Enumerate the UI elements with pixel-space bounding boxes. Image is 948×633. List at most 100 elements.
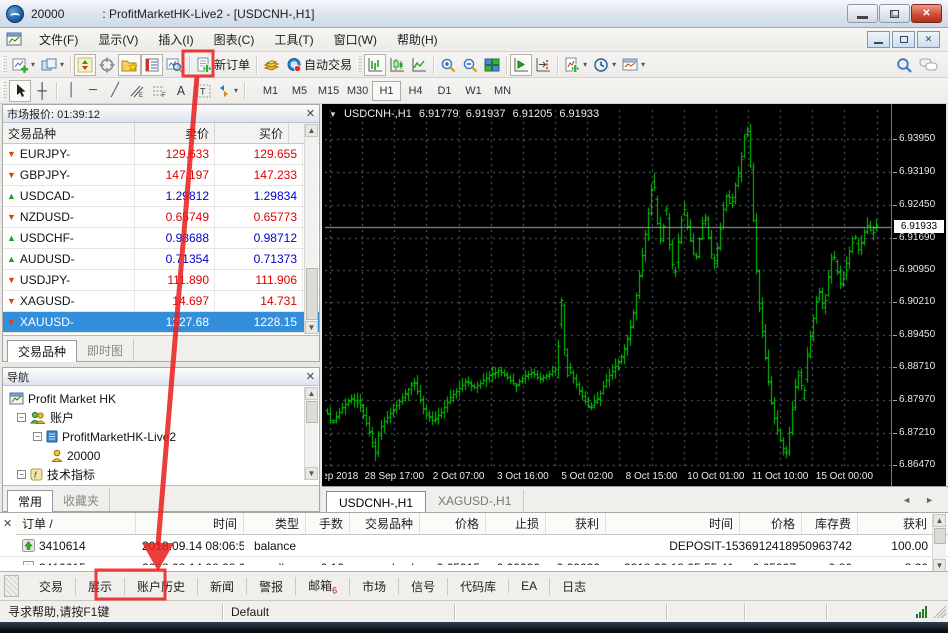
column-symbol[interactable]: 交易品种: [3, 123, 135, 143]
periods-button[interactable]: ▾: [590, 54, 619, 76]
cursor-button[interactable]: [9, 80, 31, 102]
tab-mailbox[interactable]: 邮箱6: [295, 577, 349, 595]
tile-windows-button[interactable]: [481, 54, 503, 76]
line-chart-style-button[interactable]: [408, 54, 430, 76]
collapse-icon[interactable]: −: [33, 432, 42, 441]
tree-item-indicators[interactable]: − f 技术指标: [3, 465, 319, 484]
market-row[interactable]: ▼EURJPY-129.633129.655: [3, 144, 319, 165]
tab-exposure[interactable]: 展示: [75, 578, 124, 595]
date-axis[interactable]: 27 Sep 201828 Sep 17:002 Oct 07:003 Oct …: [325, 469, 891, 486]
community-chat-button[interactable]: [916, 54, 942, 76]
column-bid[interactable]: 卖价: [135, 123, 215, 143]
metaeditor-button[interactable]: [260, 54, 283, 76]
chart-tab-xagusd[interactable]: XAGUSD-,H1: [426, 490, 524, 512]
restore-button[interactable]: [879, 4, 910, 23]
scroll-down-icon[interactable]: ▼: [305, 321, 318, 334]
market-watch-scrollbar[interactable]: ▲ ▼: [304, 124, 318, 334]
tab-market[interactable]: 市场: [349, 578, 398, 595]
menu-help[interactable]: 帮助(H): [387, 28, 448, 51]
tab-favorites[interactable]: 收藏夹: [53, 489, 110, 511]
terminal-scrollbar[interactable]: ▲ ▼: [932, 514, 946, 572]
profiles-button[interactable]: ▾: [38, 54, 67, 76]
market-row[interactable]: ▼XAGUSD-14.69714.731: [3, 291, 319, 312]
column-lots[interactable]: 手数: [306, 513, 350, 534]
tree-item-broker[interactable]: Profit Market HK: [3, 389, 319, 408]
menu-file[interactable]: 文件(F): [29, 28, 88, 51]
autotrade-button[interactable]: 自动交易: [283, 54, 355, 76]
close-icon[interactable]: ✕: [306, 109, 315, 119]
text-label-button[interactable]: T: [192, 80, 214, 102]
market-row[interactable]: ▼GBPJPY-147.197147.233: [3, 165, 319, 186]
market-row[interactable]: ▼NZDUSD-0.657490.65773: [3, 207, 319, 228]
toolbar-grip[interactable]: [2, 82, 7, 100]
timeframe-mn[interactable]: MN: [488, 81, 517, 101]
scrollbar-thumb[interactable]: [934, 528, 946, 544]
collapse-icon[interactable]: −: [17, 470, 26, 479]
column-tp[interactable]: 获利: [546, 513, 606, 534]
templates-button[interactable]: ▾: [619, 54, 648, 76]
minimize-button[interactable]: [847, 4, 878, 23]
column-profit[interactable]: 获利: [858, 513, 934, 534]
tab-experts[interactable]: EA: [508, 579, 549, 593]
tab-account-history[interactable]: 账户历史: [124, 578, 197, 595]
status-profile[interactable]: Default: [223, 604, 455, 620]
autoscroll-button[interactable]: [510, 54, 532, 76]
trendline-button[interactable]: ╱: [104, 80, 126, 102]
tree-item-account-20000[interactable]: 20000: [3, 446, 319, 465]
column-ask[interactable]: 买价: [215, 123, 289, 143]
tab-signals[interactable]: 信号: [398, 578, 447, 595]
horizontal-line-button[interactable]: ─: [82, 80, 104, 102]
column-open-time[interactable]: 时间: [136, 513, 244, 534]
history-row-clipped[interactable]: 3410615 2018.09.14 08:08:04 sell 0.10 nz…: [0, 556, 948, 565]
crosshair-button[interactable]: ┼: [31, 80, 53, 102]
column-price[interactable]: 价格: [420, 513, 486, 534]
scrollbar-thumb[interactable]: [306, 268, 318, 320]
toolbar-grip[interactable]: [357, 56, 362, 74]
market-row[interactable]: ▲USDCHF-0.986880.98712: [3, 228, 319, 249]
mdi-minimize-button[interactable]: [867, 31, 890, 48]
menu-window[interactable]: 窗口(W): [324, 28, 387, 51]
column-sl[interactable]: 止损: [486, 513, 546, 534]
scroll-right-icon[interactable]: ►: [925, 495, 934, 505]
market-row[interactable]: ▼USDJPY-111.890111.906: [3, 270, 319, 291]
collapse-icon[interactable]: −: [17, 413, 26, 422]
column-symbol[interactable]: 交易品种: [350, 513, 420, 534]
tree-item-server[interactable]: − ProfitMarketHK-Live2: [3, 427, 319, 446]
timeframe-m30[interactable]: M30: [343, 81, 372, 101]
scrollbar-thumb[interactable]: [306, 401, 318, 423]
column-swap[interactable]: 库存费: [802, 513, 858, 534]
text-button[interactable]: A: [170, 80, 192, 102]
strategy-tester-button[interactable]: [163, 54, 186, 76]
tab-symbols[interactable]: 交易品种: [7, 340, 77, 362]
tab-common[interactable]: 常用: [7, 490, 53, 512]
scroll-up-icon[interactable]: ▲: [305, 387, 318, 400]
tab-tick-chart[interactable]: 即时图: [77, 339, 134, 361]
arrows-shapes-button[interactable]: ▾: [214, 80, 241, 102]
close-icon[interactable]: ✕: [3, 517, 12, 530]
close-icon[interactable]: ✕: [306, 372, 315, 382]
mdi-restore-button[interactable]: [892, 31, 915, 48]
equidistant-channel-button[interactable]: E: [126, 80, 148, 102]
price-axis[interactable]: 6.91933 6.939506.931906.924506.916906.90…: [891, 104, 946, 486]
tab-alerts[interactable]: 警报: [246, 578, 295, 595]
timeframe-m15[interactable]: M15: [314, 81, 343, 101]
new-order-button[interactable]: 新订单: [193, 54, 253, 76]
timeframe-h1[interactable]: H1: [372, 81, 401, 101]
market-row[interactable]: ▲USDCAD-1.298121.29834: [3, 186, 319, 207]
column-close-time[interactable]: 时间: [606, 513, 740, 534]
bar-chart-style-button[interactable]: [364, 54, 386, 76]
new-chart-button[interactable]: ▾: [9, 54, 38, 76]
zoom-in-button[interactable]: [437, 54, 459, 76]
market-row[interactable]: ▲AUDUSD-0.713540.71373: [3, 249, 319, 270]
chart-tab-usdcnh[interactable]: USDCNH-,H1: [326, 491, 426, 513]
tab-journal[interactable]: 日志: [549, 578, 598, 595]
market-watch-toggle[interactable]: [74, 54, 96, 76]
navigator-toggle[interactable]: [118, 54, 141, 76]
resize-grip[interactable]: [933, 605, 946, 618]
vertical-line-button[interactable]: │: [60, 80, 82, 102]
chart-shift-button[interactable]: [532, 54, 554, 76]
column-close-price[interactable]: 价格: [740, 513, 802, 534]
tab-trade[interactable]: 交易: [27, 578, 75, 595]
mdi-close-button[interactable]: ✕: [917, 31, 940, 48]
scroll-left-icon[interactable]: ◄: [902, 495, 911, 505]
